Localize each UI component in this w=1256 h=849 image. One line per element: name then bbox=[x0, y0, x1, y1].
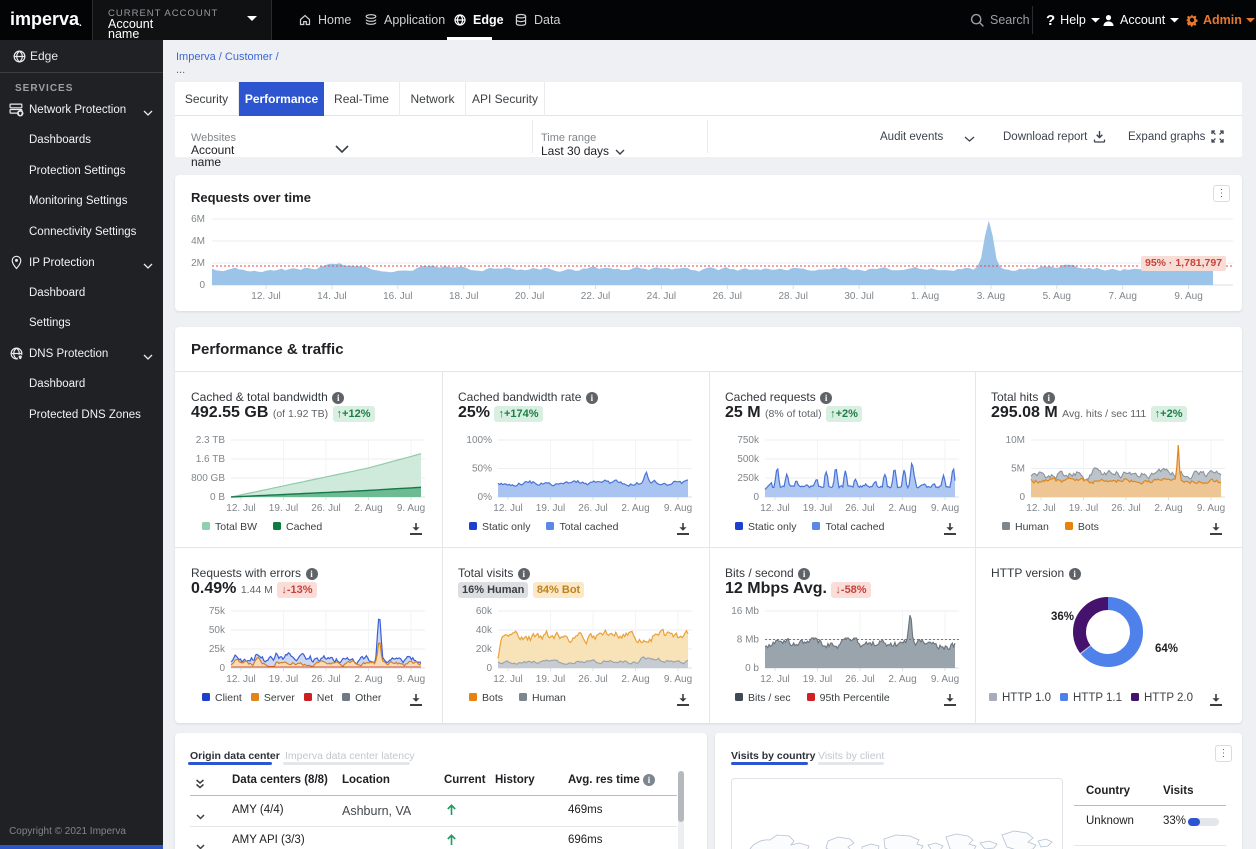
svg-text:12. Jul: 12. Jul bbox=[493, 674, 522, 685]
svg-text:9. Aug: 9. Aug bbox=[664, 503, 692, 514]
svg-text:19. Jul: 19. Jul bbox=[269, 503, 298, 514]
svg-text:9. Aug: 9. Aug bbox=[931, 674, 959, 685]
svg-text:2. Aug: 2. Aug bbox=[1154, 503, 1182, 514]
svg-text:2.3 TB: 2.3 TB bbox=[196, 435, 226, 446]
svg-text:28. Jul: 28. Jul bbox=[778, 291, 807, 302]
svg-text:2. Aug: 2. Aug bbox=[354, 503, 382, 514]
svg-text:50%: 50% bbox=[472, 464, 492, 475]
svg-text:250k: 250k bbox=[737, 473, 760, 484]
svg-text:19. Jul: 19. Jul bbox=[1069, 503, 1098, 514]
svg-text:12. Jul: 12. Jul bbox=[1026, 503, 1055, 514]
svg-text:8 Mb: 8 Mb bbox=[737, 635, 760, 646]
svg-text:9. Aug: 9. Aug bbox=[664, 674, 692, 685]
svg-text:0: 0 bbox=[486, 663, 492, 674]
svg-text:18. Jul: 18. Jul bbox=[449, 291, 478, 302]
svg-text:800 GB: 800 GB bbox=[191, 473, 225, 484]
svg-text:50k: 50k bbox=[209, 625, 226, 636]
svg-text:0: 0 bbox=[753, 492, 759, 503]
svg-text:2. Aug: 2. Aug bbox=[621, 674, 649, 685]
svg-text:26. Jul: 26. Jul bbox=[311, 503, 340, 514]
svg-text:12. Jul: 12. Jul bbox=[251, 291, 280, 302]
svg-text:75k: 75k bbox=[209, 606, 226, 617]
svg-text:26. Jul: 26. Jul bbox=[578, 503, 607, 514]
svg-text:26. Jul: 26. Jul bbox=[1111, 503, 1140, 514]
svg-text:0: 0 bbox=[1019, 492, 1025, 503]
svg-text:5. Aug: 5. Aug bbox=[1043, 291, 1071, 302]
svg-text:3. Aug: 3. Aug bbox=[977, 291, 1005, 302]
svg-text:26. Jul: 26. Jul bbox=[845, 674, 874, 685]
svg-text:26. Jul: 26. Jul bbox=[311, 674, 340, 685]
svg-text:12. Jul: 12. Jul bbox=[493, 503, 522, 514]
svg-text:4M: 4M bbox=[191, 236, 205, 247]
svg-text:500k: 500k bbox=[737, 454, 760, 465]
svg-text:750k: 750k bbox=[737, 435, 760, 446]
svg-text:2. Aug: 2. Aug bbox=[888, 503, 916, 514]
svg-text:9. Aug: 9. Aug bbox=[931, 503, 959, 514]
svg-text:12. Jul: 12. Jul bbox=[226, 503, 255, 514]
svg-text:64%: 64% bbox=[1155, 643, 1178, 655]
svg-text:12. Jul: 12. Jul bbox=[226, 674, 255, 685]
svg-text:19. Jul: 19. Jul bbox=[536, 503, 565, 514]
svg-text:25k: 25k bbox=[209, 644, 226, 655]
svg-text:26. Jul: 26. Jul bbox=[713, 291, 742, 302]
svg-text:0: 0 bbox=[219, 663, 225, 674]
svg-text:16 Mb: 16 Mb bbox=[731, 606, 759, 617]
svg-text:60k: 60k bbox=[476, 606, 493, 617]
svg-text:20. Jul: 20. Jul bbox=[515, 291, 544, 302]
svg-text:40k: 40k bbox=[476, 625, 493, 636]
svg-text:10M: 10M bbox=[1006, 435, 1025, 446]
svg-text:1.6 TB: 1.6 TB bbox=[196, 454, 226, 465]
svg-text:19. Jul: 19. Jul bbox=[803, 503, 832, 514]
svg-text:2. Aug: 2. Aug bbox=[354, 674, 382, 685]
svg-text:26. Jul: 26. Jul bbox=[845, 503, 874, 514]
svg-text:9. Aug: 9. Aug bbox=[1197, 503, 1225, 514]
svg-text:9. Aug: 9. Aug bbox=[397, 674, 425, 685]
svg-text:12. Jul: 12. Jul bbox=[760, 674, 789, 685]
svg-text:19. Jul: 19. Jul bbox=[803, 674, 832, 685]
svg-text:0: 0 bbox=[199, 280, 205, 291]
svg-text:14. Jul: 14. Jul bbox=[317, 291, 346, 302]
svg-text:0 B: 0 B bbox=[210, 492, 225, 503]
svg-text:20k: 20k bbox=[476, 644, 493, 655]
svg-text:9. Aug: 9. Aug bbox=[1174, 291, 1202, 302]
svg-text:1. Aug: 1. Aug bbox=[911, 291, 939, 302]
svg-text:9. Aug: 9. Aug bbox=[397, 503, 425, 514]
svg-text:19. Jul: 19. Jul bbox=[536, 674, 565, 685]
svg-text:5M: 5M bbox=[1011, 464, 1025, 475]
svg-text:2. Aug: 2. Aug bbox=[888, 674, 916, 685]
svg-text:0%: 0% bbox=[478, 492, 493, 503]
svg-text:2. Aug: 2. Aug bbox=[621, 503, 649, 514]
svg-text:6M: 6M bbox=[191, 214, 205, 225]
svg-text:12. Jul: 12. Jul bbox=[760, 503, 789, 514]
svg-text:19. Jul: 19. Jul bbox=[269, 674, 298, 685]
svg-text:100%: 100% bbox=[466, 435, 492, 446]
svg-text:26. Jul: 26. Jul bbox=[578, 674, 607, 685]
svg-text:36%: 36% bbox=[1051, 611, 1074, 623]
svg-text:30. Jul: 30. Jul bbox=[844, 291, 873, 302]
svg-text:0 b: 0 b bbox=[745, 663, 759, 674]
svg-text:7. Aug: 7. Aug bbox=[1109, 291, 1137, 302]
svg-text:16. Jul: 16. Jul bbox=[383, 291, 412, 302]
svg-text:22. Jul: 22. Jul bbox=[581, 291, 610, 302]
svg-text:24. Jul: 24. Jul bbox=[647, 291, 676, 302]
svg-text:2M: 2M bbox=[191, 258, 205, 269]
